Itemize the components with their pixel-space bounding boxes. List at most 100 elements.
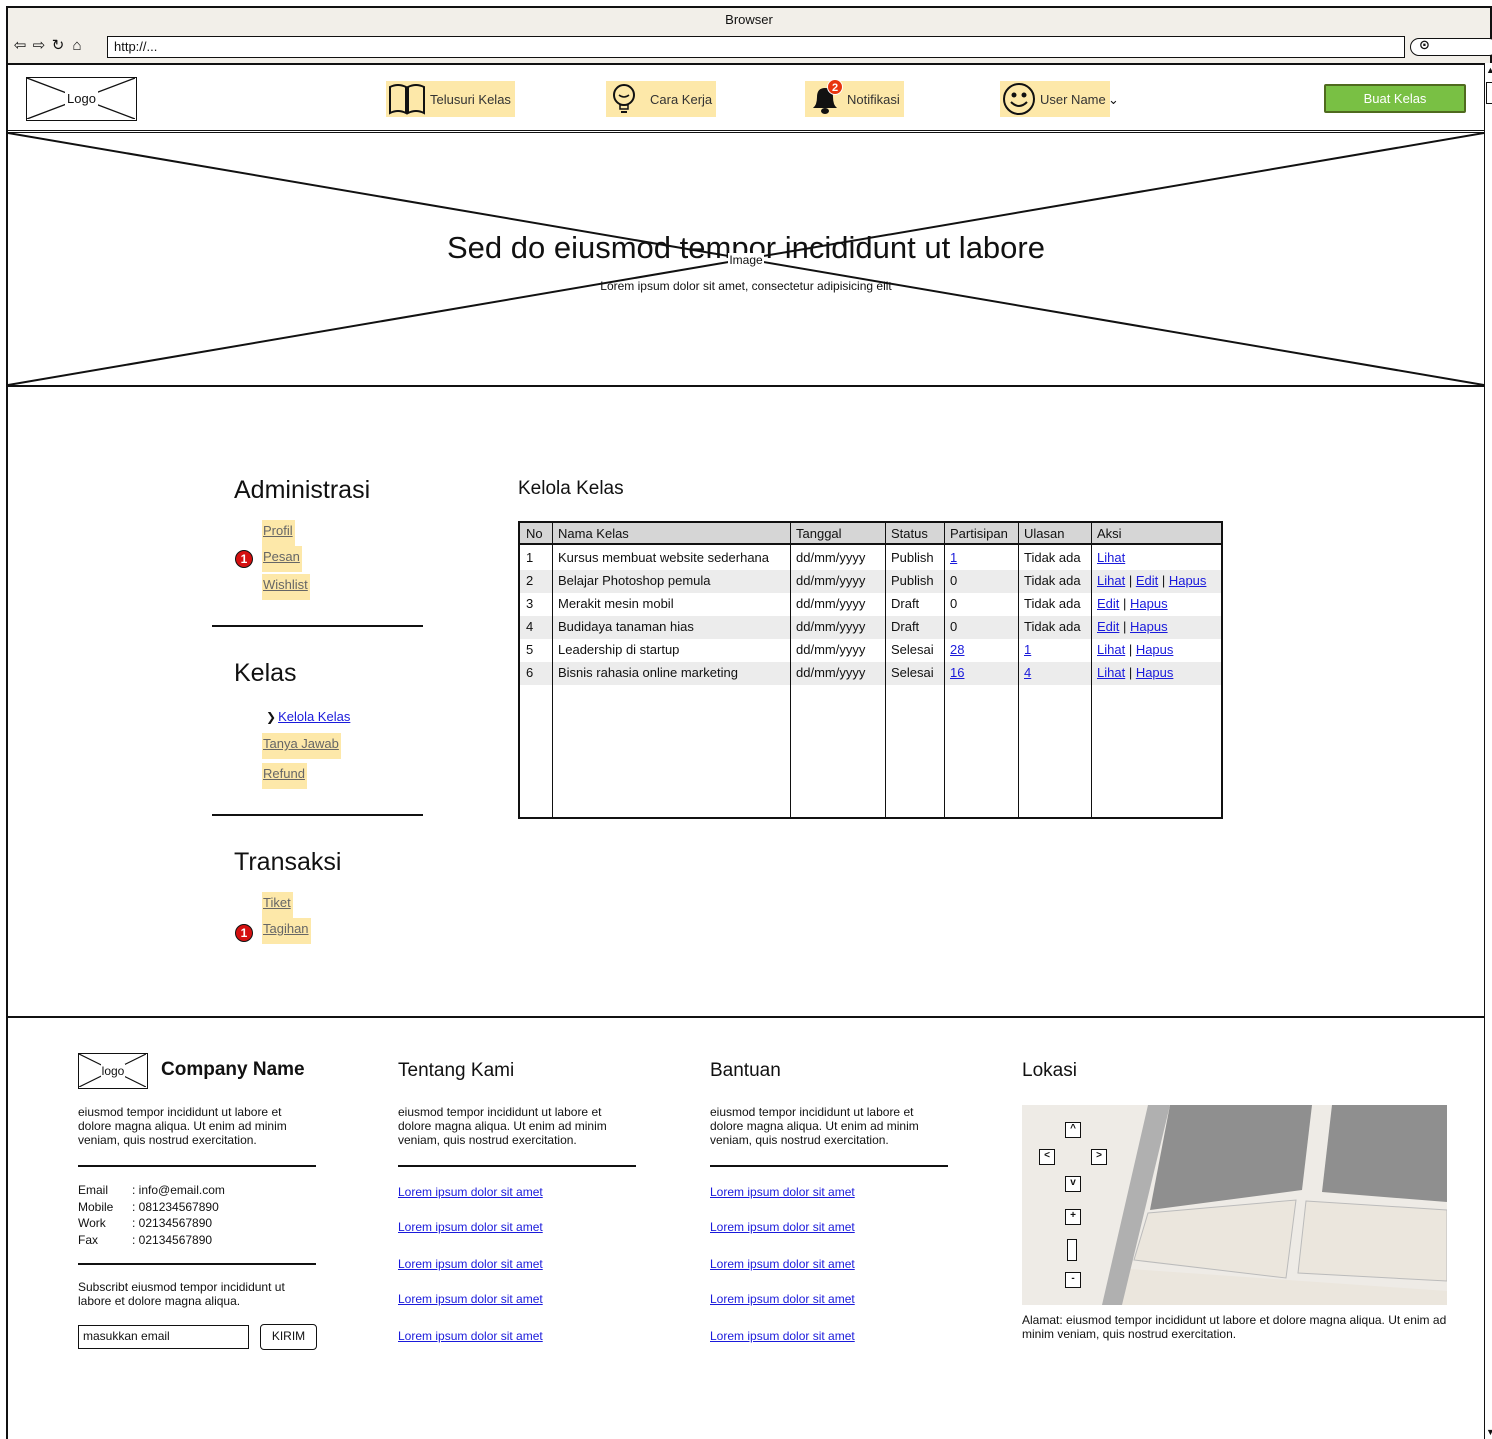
footer-link[interactable]: Lorem ipsum dolor sit amet: [398, 1292, 543, 1306]
table-column-divider: [1018, 523, 1019, 817]
action-lihat-link[interactable]: Lihat: [1097, 642, 1125, 657]
action-separator: |: [1158, 573, 1169, 588]
browser-window-chrome: Browser ⇦ ⇨ ↻ ⌂ http://... ⊙: [6, 6, 1492, 65]
nav-label: Notifikasi: [847, 91, 900, 107]
map-zoom-out-icon[interactable]: -: [1065, 1272, 1081, 1288]
action-edit-link[interactable]: Edit: [1097, 619, 1119, 634]
nav-label: Telusuri Kelas: [430, 91, 511, 107]
contact-fax: Fax: 02134567890: [78, 1232, 213, 1247]
table-cell-ulasan[interactable]: 4: [1024, 662, 1031, 684]
sidebar-item-label[interactable]: Kelola Kelas: [278, 709, 350, 724]
search-icon: ⊙: [1419, 37, 1430, 52]
browser-search-field[interactable]: ⊙: [1410, 37, 1492, 56]
table-cell-aksi: Lihat: [1097, 547, 1125, 569]
table-cell-aksi: Edit | Hapus: [1097, 616, 1168, 638]
scroll-up-arrow-icon[interactable]: ▲: [1486, 66, 1492, 75]
vertical-scrollbar[interactable]: [1484, 63, 1492, 1439]
table-cell-tanggal: dd/mm/yyyy: [796, 642, 866, 657]
company-description: eiusmod tempor incididunt ut labore et d…: [78, 1105, 287, 1147]
table-cell-no: 5: [526, 642, 534, 657]
notification-badge: 2: [827, 79, 843, 95]
sidebar-item-refund[interactable]: Refund: [262, 763, 307, 789]
action-hapus-link[interactable]: Hapus: [1136, 642, 1174, 657]
nav-telusuri-kelas[interactable]: Telusuri Kelas: [386, 81, 515, 117]
scroll-down-arrow-icon[interactable]: ▼: [1486, 1428, 1492, 1437]
column-header-ulasan: Ulasan: [1024, 526, 1065, 541]
sidebar-heading-kelas: Kelas: [234, 659, 297, 687]
column-header-nama-kelas: Nama Kelas: [558, 526, 629, 541]
sidebar-item-tagihan[interactable]: Tagihan: [262, 918, 311, 944]
address-bar[interactable]: http://...: [107, 36, 1405, 58]
company-name: Company Name: [161, 1059, 305, 1080]
table-cell-aksi: Edit | Hapus: [1097, 593, 1168, 615]
footer-link[interactable]: Lorem ipsum dolor sit amet: [398, 1257, 543, 1271]
footer-link[interactable]: Lorem ipsum dolor sit amet: [398, 1185, 543, 1199]
footer-link[interactable]: Lorem ipsum dolor sit amet: [710, 1329, 855, 1343]
footer-link[interactable]: Lorem ipsum dolor sit amet: [710, 1220, 855, 1234]
contact-mobile: Mobile: 081234567890: [78, 1199, 219, 1214]
footer-link[interactable]: Lorem ipsum dolor sit amet: [710, 1185, 855, 1199]
site-logo[interactable]: Logo: [26, 77, 137, 121]
map-pan-right-icon[interactable]: >: [1091, 1149, 1107, 1165]
table-cell-ulasan: Tidak ada: [1024, 550, 1081, 565]
sidebar-item-kelola-kelas[interactable]: ❯ Kelola Kelas: [266, 709, 350, 724]
table-column-divider: [552, 523, 553, 817]
book-icon: [389, 84, 425, 115]
footer-column-divider: [398, 1165, 636, 1167]
column-header-aksi: Aksi: [1097, 526, 1122, 541]
action-hapus-link[interactable]: Hapus: [1136, 665, 1174, 680]
action-hapus-link[interactable]: Hapus: [1130, 619, 1168, 634]
contact-work: Work: 02134567890: [78, 1216, 213, 1230]
sidebar-item-tanya-jawab[interactable]: Tanya Jawab: [262, 733, 341, 759]
footer-link[interactable]: Lorem ipsum dolor sit amet: [710, 1257, 855, 1271]
scrollbar-thumb[interactable]: [1486, 82, 1492, 104]
action-edit-link[interactable]: Edit: [1136, 573, 1158, 588]
map-pan-up-icon[interactable]: ^: [1065, 1122, 1081, 1138]
buat-kelas-button[interactable]: Buat Kelas: [1324, 84, 1466, 113]
chevron-down-icon[interactable]: ⌄: [1108, 92, 1119, 108]
page-title: Kelola Kelas: [518, 478, 624, 499]
home-icon[interactable]: ⌂: [69, 38, 85, 54]
action-hapus-link[interactable]: Hapus: [1130, 596, 1168, 611]
action-lihat-link[interactable]: Lihat: [1097, 573, 1125, 588]
location-map[interactable]: [1022, 1105, 1447, 1305]
table-column-divider: [790, 523, 791, 817]
sidebar-heading-transaksi: Transaksi: [234, 848, 342, 876]
footer-link[interactable]: Lorem ipsum dolor sit amet: [398, 1220, 543, 1234]
action-hapus-link[interactable]: Hapus: [1169, 573, 1207, 588]
browser-title: Browser: [725, 12, 773, 27]
bantuan-text: eiusmod tempor incididunt ut labore et d…: [710, 1105, 919, 1147]
subscribe-email-input[interactable]: masukkan email: [78, 1325, 249, 1349]
table-cell-ulasan[interactable]: 1: [1024, 639, 1031, 661]
kirim-button[interactable]: KIRIM: [260, 1324, 317, 1350]
nav-notifikasi[interactable]: 2 Notifikasi: [805, 79, 904, 117]
action-separator: |: [1125, 642, 1136, 657]
nav-cara-kerja[interactable]: Cara Kerja: [606, 81, 717, 117]
footer-link[interactable]: Lorem ipsum dolor sit amet: [710, 1292, 855, 1306]
table-cell-status: Selesai: [891, 665, 934, 680]
subscribe-text: Subscribt eiusmod tempor incididunt ut l…: [78, 1280, 285, 1308]
sidebar-item-wishlist[interactable]: Wishlist: [262, 574, 310, 600]
table-cell-no: 3: [526, 596, 534, 611]
map-zoom-in-icon[interactable]: +: [1065, 1209, 1081, 1225]
back-arrow-icon[interactable]: ⇦: [12, 38, 28, 54]
reload-icon[interactable]: ↻: [50, 38, 66, 54]
nav-user-menu[interactable]: User Name: [1000, 81, 1110, 117]
table-cell-partisipan[interactable]: 16: [950, 662, 964, 684]
map-zoom-slider[interactable]: [1067, 1239, 1077, 1261]
action-lihat-link[interactable]: Lihat: [1097, 550, 1125, 565]
table-cell-status: Draft: [891, 619, 920, 634]
sidebar-item-profil[interactable]: Profil: [262, 520, 295, 546]
action-edit-link[interactable]: Edit: [1097, 596, 1119, 611]
map-pan-left-icon[interactable]: <: [1039, 1149, 1055, 1165]
map-pan-down-icon[interactable]: v: [1065, 1176, 1081, 1192]
footer-link[interactable]: Lorem ipsum dolor sit amet: [398, 1329, 543, 1343]
action-lihat-link[interactable]: Lihat: [1097, 665, 1125, 680]
footer-logo[interactable]: logo: [78, 1053, 148, 1089]
table-cell-partisipan: 0: [950, 596, 958, 611]
table-cell-partisipan[interactable]: 1: [950, 547, 957, 569]
sidebar-item-pesan[interactable]: Pesan: [262, 546, 302, 572]
forward-arrow-icon[interactable]: ⇨: [31, 38, 47, 54]
sidebar-item-tiket[interactable]: Tiket: [262, 892, 293, 918]
table-cell-partisipan[interactable]: 28: [950, 639, 964, 661]
